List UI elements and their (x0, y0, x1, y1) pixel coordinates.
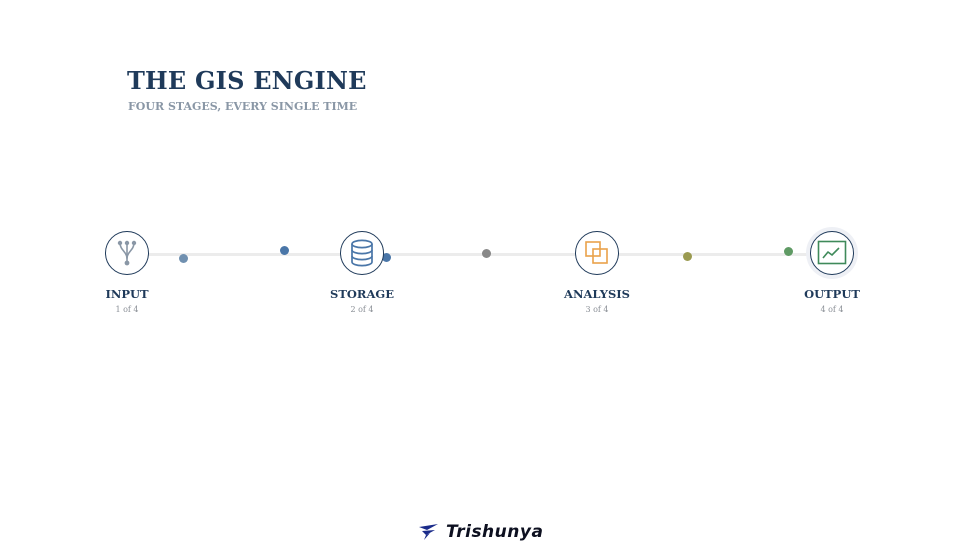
stage-output: OUTPUT 4 of 4 (772, 231, 892, 314)
connector-dot (482, 249, 491, 258)
stage-storage-count: 2 of 4 (350, 305, 374, 314)
stage-analysis-label: ANALYSIS (564, 287, 630, 301)
stage-input: INPUT 1 of 4 (67, 231, 187, 314)
page-subtitle: FOUR STAGES, EVERY SINGLE TIME (128, 100, 358, 113)
stage-analysis-count: 3 of 4 (585, 305, 609, 314)
brand-name: Trishunya (446, 522, 544, 542)
overlap-squares-icon (585, 241, 608, 264)
database-icon (351, 239, 373, 267)
stage-analysis-node (575, 231, 619, 275)
stage-analysis: ANALYSIS 3 of 4 (537, 231, 657, 314)
timeline-track (127, 253, 833, 256)
stage-storage-node (340, 231, 384, 275)
stage-input-label: INPUT (105, 287, 149, 301)
stage-output-node (810, 231, 854, 275)
line-chart-icon (817, 240, 847, 265)
input-fork-icon (117, 240, 137, 266)
page-title: THE GIS ENGINE (127, 66, 367, 95)
stage-input-node (105, 231, 149, 275)
stage-output-label: OUTPUT (804, 287, 860, 301)
bird-logo-icon (419, 524, 438, 540)
connector-dot (683, 252, 692, 261)
stage-output-count: 4 of 4 (820, 305, 844, 314)
connector-dot (280, 246, 289, 255)
stage-input-count: 1 of 4 (115, 305, 139, 314)
stage-storage: STORAGE 2 of 4 (302, 231, 422, 314)
stage-storage-label: STORAGE (330, 287, 394, 301)
